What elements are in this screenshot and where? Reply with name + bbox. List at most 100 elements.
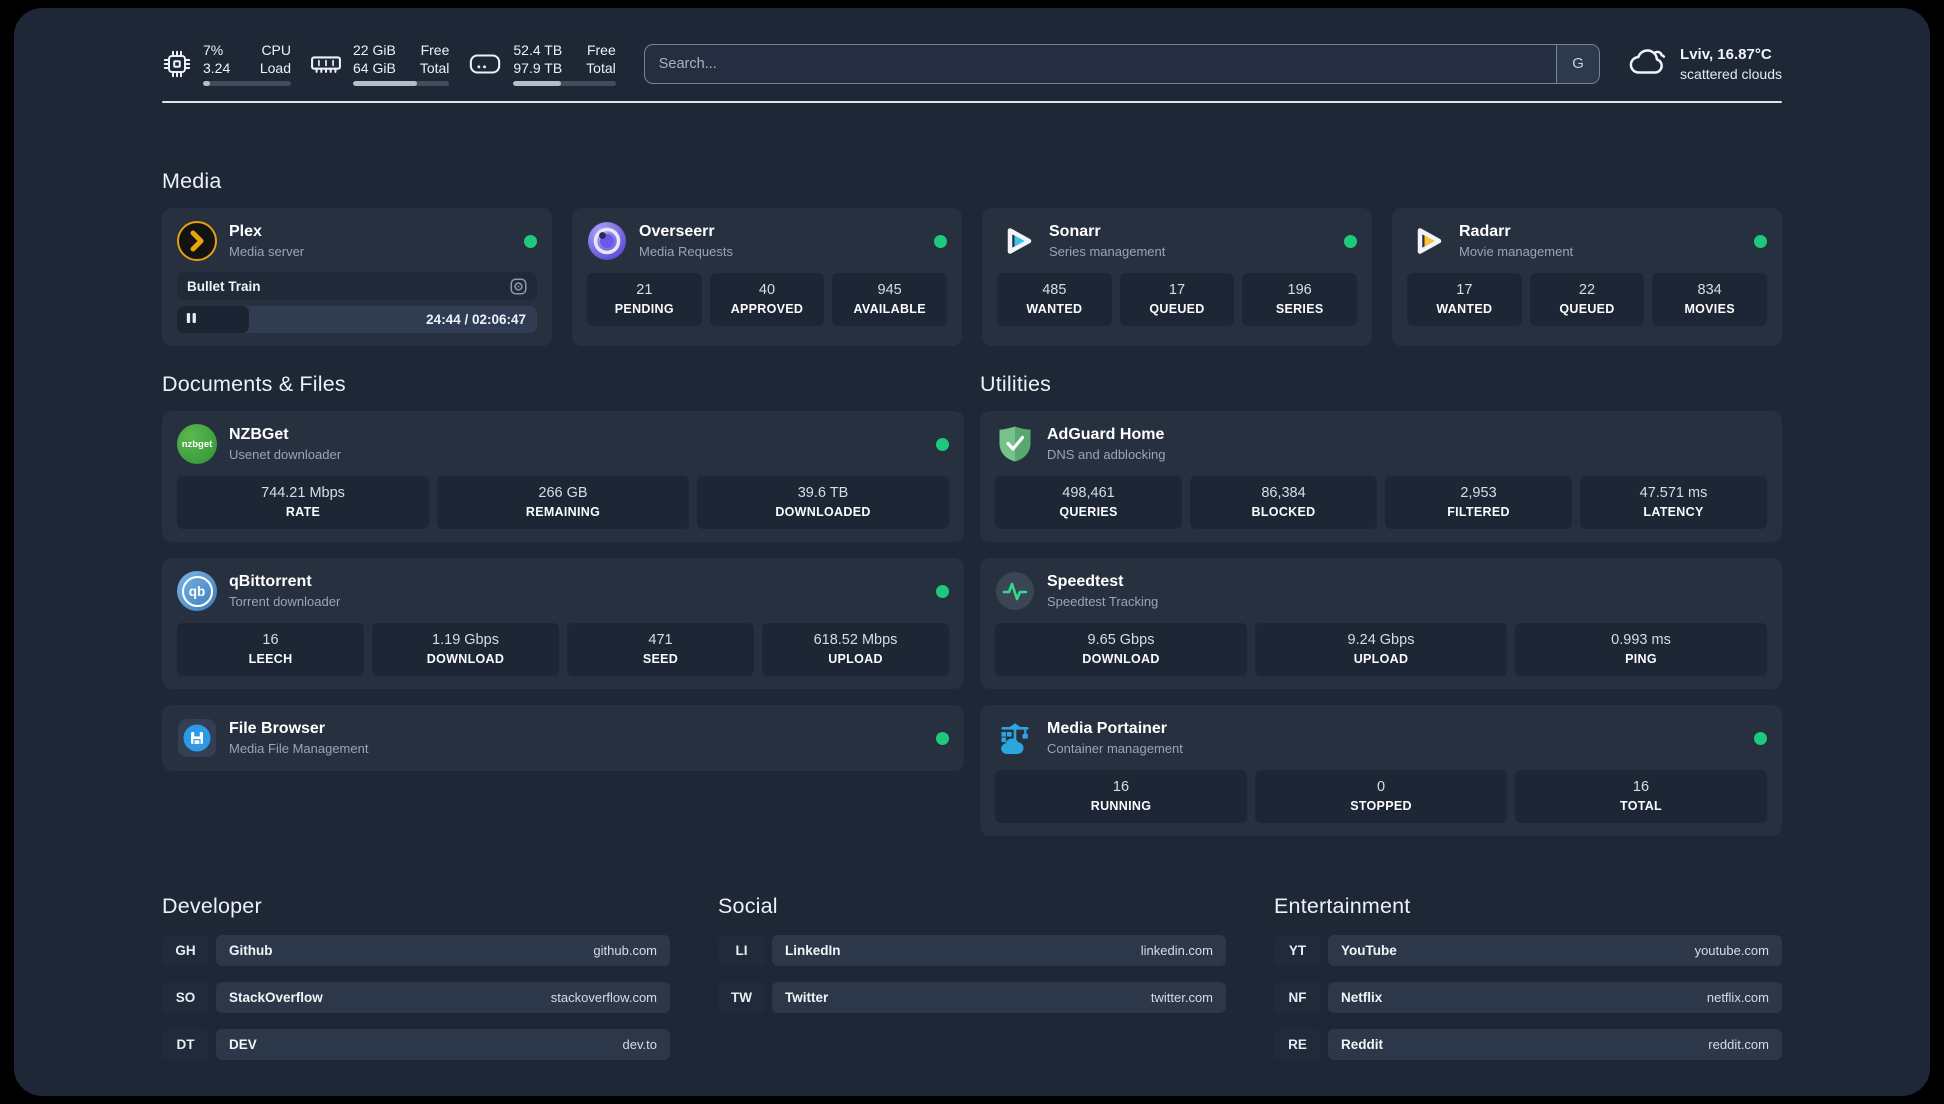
storage-progress [513, 81, 616, 86]
stat-value: 266 GB [538, 485, 588, 501]
stat-label: MOVIES [1684, 302, 1735, 316]
memory-progress [353, 81, 450, 86]
app-card-plex[interactable]: Plex Media server Bullet Train 24:44 / 0… [162, 208, 552, 346]
storage-total: 97.9 TB [513, 60, 563, 76]
link-linkedin[interactable]: LI LinkedIn linkedin.com [718, 935, 1226, 966]
stat-tile: 9.65 Gbps DOWNLOAD [995, 623, 1247, 676]
stat-tile: 39.6 TB DOWNLOADED [697, 476, 949, 529]
developer-links: Developer GH Github github.com SO StackO… [162, 894, 670, 1060]
stat-label: RATE [285, 505, 321, 519]
app-card-qbittorrent[interactable]: qb qBittorrent Torrent downloader 16 LEE… [162, 558, 964, 689]
app-name: Plex [229, 223, 262, 240]
memory-total: 64 GiB [353, 60, 396, 76]
app-card-speedtest[interactable]: Speedtest Speedtest Tracking 9.65 Gbps D… [980, 558, 1782, 689]
link-url: netflix.com [1706, 990, 1769, 1005]
link-abbrev: RE [1274, 1029, 1321, 1060]
stat-label: QUERIES [1059, 505, 1118, 519]
search-engine-button[interactable]: G [1556, 44, 1600, 83]
app-description: Container management [1047, 741, 1183, 756]
stat-tile: 86,384 BLOCKED [1190, 476, 1377, 529]
stat-value: 0.993 ms [1611, 632, 1671, 648]
status-indicator [936, 584, 949, 598]
stat-label: WANTED [1436, 302, 1493, 316]
stat-label: STOPPED [1350, 799, 1412, 813]
storage-icon [468, 50, 502, 78]
utilities-column: Utilities AdGuard Home DNS and adblockin… [980, 372, 1782, 836]
stat-label: LATENCY [1643, 505, 1704, 519]
status-indicator [1344, 234, 1357, 248]
app-description: Media Requests [639, 244, 733, 259]
cpu-load: 3.24 [203, 60, 231, 76]
stat-tile: 1.19 Gbps DOWNLOAD [372, 623, 559, 676]
link-abbrev: NF [1274, 982, 1321, 1013]
link-netflix[interactable]: NF Netflix netflix.com [1274, 982, 1782, 1013]
stat-value: 21 [636, 282, 653, 298]
app-card-adguard[interactable]: AdGuard Home DNS and adblocking 498,461 … [980, 411, 1782, 542]
link-name: YouTube [1341, 943, 1397, 958]
stat-tile: 22 QUEUED [1529, 273, 1645, 326]
dashboard-panel: 7% 3.24 CPU Load 22 GiB 64 GiB Free Tota… [14, 8, 1930, 1096]
app-card-radarr[interactable]: Radarr Movie management 17 WANTED 22 QUE… [1392, 208, 1782, 346]
social-links: Social LI LinkedIn linkedin.com TW Twitt… [718, 894, 1226, 1060]
stat-label: FILTERED [1447, 505, 1510, 519]
app-card-overseerr[interactable]: Overseerr Media Requests 21 PENDING 40 A… [572, 208, 962, 346]
filebrowser-icon [177, 718, 217, 758]
app-card-filebrowser[interactable]: File Browser Media File Management [162, 705, 964, 771]
app-card-portainer[interactable]: Media Portainer Container management 16 … [980, 705, 1782, 836]
stat-label: AVAILABLE [853, 302, 926, 316]
memory-label-bottom: Total [419, 60, 450, 76]
stat-label: UPLOAD [828, 652, 883, 666]
stat-tile: 9.24 Gbps UPLOAD [1255, 623, 1507, 676]
playback-progress-bar[interactable]: 24:44 / 02:06:47 [177, 306, 537, 333]
nzbget-icon-text: nzbget [181, 438, 213, 450]
stat-label: APPROVED [730, 302, 804, 316]
search-input[interactable] [644, 44, 1557, 83]
storage-label-bottom: Total [586, 60, 616, 76]
stat-tile: 266 GB REMAINING [437, 476, 689, 529]
header-divider [162, 101, 1782, 103]
stat-label: TOTAL [1619, 799, 1662, 813]
documents-column: Documents & Files nzbget NZBGet Usenet d… [162, 372, 964, 771]
weather-condition: scattered clouds [1680, 65, 1782, 82]
portainer-icon [995, 718, 1035, 758]
stat-tile: 471 SEED [567, 623, 754, 676]
stat-value: 945 [877, 282, 902, 298]
now-playing-title: Bullet Train [187, 278, 261, 294]
link-stackoverflow[interactable]: SO StackOverflow stackoverflow.com [162, 982, 670, 1013]
search-bar: G [643, 43, 1601, 84]
link-dev[interactable]: DT DEV dev.to [162, 1029, 670, 1060]
app-description: Series management [1049, 244, 1166, 259]
stat-tile: 0.993 ms PING [1515, 623, 1767, 676]
app-description: Media File Management [229, 741, 369, 756]
app-name: NZBGet [229, 426, 289, 443]
stat-label: BLOCKED [1251, 505, 1316, 519]
link-youtube[interactable]: YT YouTube youtube.com [1274, 935, 1782, 966]
link-url: twitter.com [1150, 990, 1213, 1005]
app-card-sonarr[interactable]: Sonarr Series management 485 WANTED 17 Q… [982, 208, 1372, 346]
stat-value: 618.52 Mbps [813, 632, 898, 648]
stat-value: 1.19 Gbps [432, 632, 499, 648]
media-grid: Plex Media server Bullet Train 24:44 / 0… [162, 208, 1782, 346]
stat-value: 86,384 [1261, 485, 1306, 501]
link-github[interactable]: GH Github github.com [162, 935, 670, 966]
link-name: Netflix [1341, 990, 1383, 1005]
link-reddit[interactable]: RE Reddit reddit.com [1274, 1029, 1782, 1060]
memory-icon [310, 49, 342, 79]
app-card-nzbget[interactable]: nzbget NZBGet Usenet downloader 744.21 M… [162, 411, 964, 542]
overseerr-icon [587, 221, 627, 261]
link-abbrev: SO [162, 982, 209, 1013]
playback-time: 24:44 / 02:06:47 [426, 312, 526, 327]
pause-icon [186, 311, 197, 329]
link-url: dev.to [622, 1037, 657, 1052]
storage-free: 52.4 TB [513, 42, 563, 58]
link-twitter[interactable]: TW Twitter twitter.com [718, 982, 1226, 1013]
stat-label: SERIES [1275, 302, 1324, 316]
stat-value: 16 [1112, 779, 1130, 795]
camera-icon [510, 277, 527, 295]
cpu-icon [162, 49, 192, 79]
app-name: Overseerr [639, 223, 715, 240]
stat-value: 16 [262, 632, 279, 648]
link-url: github.com [593, 943, 657, 958]
now-playing-row: Bullet Train [177, 272, 537, 300]
memory-stat: 22 GiB 64 GiB Free Total [310, 41, 450, 86]
